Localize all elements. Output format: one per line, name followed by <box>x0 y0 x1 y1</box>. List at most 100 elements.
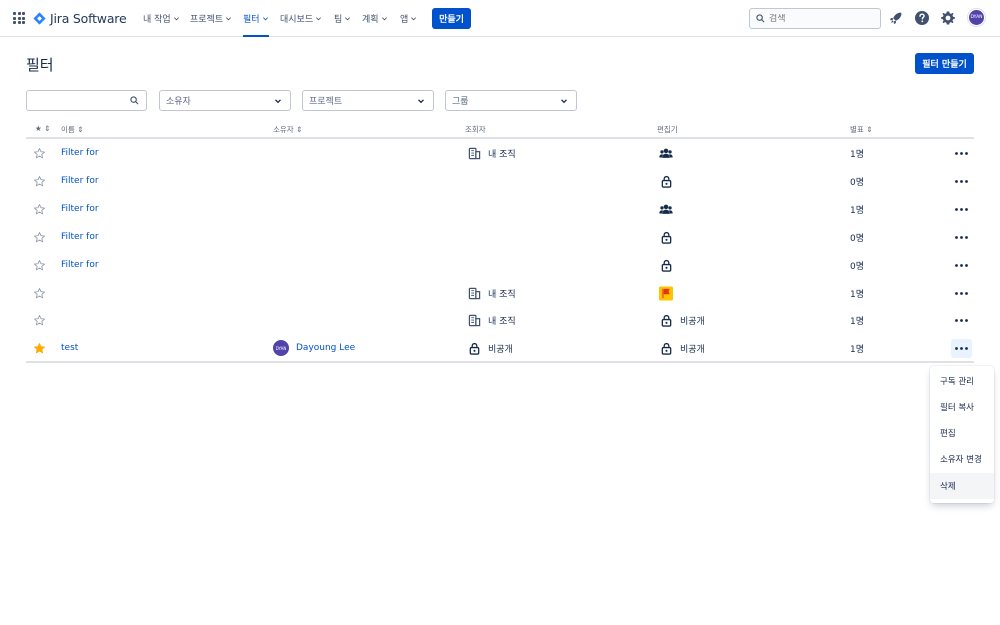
votes-cell: 0명 <box>850 177 865 188</box>
more-actions-button[interactable] <box>951 284 972 303</box>
more-actions-button[interactable] <box>951 228 972 247</box>
app-switcher-icon[interactable] <box>13 12 25 24</box>
owner-cell[interactable]: DYAN Dayoung Lee <box>273 334 355 362</box>
group-select[interactable]: 그룹 <box>445 90 577 111</box>
building-icon <box>467 146 481 160</box>
star-toggle[interactable] <box>32 251 46 279</box>
table-row: 내 조직 비공개 1명 <box>26 306 974 334</box>
more-horizontal-icon <box>955 208 968 211</box>
filter-name-link[interactable]: Filter for <box>61 260 99 270</box>
more-horizontal-icon <box>955 292 968 295</box>
owner-avatar: DYAN <box>273 340 289 356</box>
more-actions-button[interactable] <box>951 339 972 358</box>
editors-cell <box>659 139 680 167</box>
star-toggle[interactable] <box>32 334 46 362</box>
menu-item-edit[interactable]: 편집 <box>930 420 994 446</box>
star-toggle[interactable] <box>32 139 46 167</box>
viewer-label: 내 조직 <box>488 289 516 300</box>
votes-header-label: 별표 <box>850 125 864 134</box>
votes-cell: 1명 <box>850 344 865 355</box>
editors-cell: 비공개 <box>659 306 705 334</box>
nav-label: 프로젝트 <box>190 15 224 25</box>
more-horizontal-icon <box>955 152 968 155</box>
column-header-star[interactable]: ★ ⇕ <box>35 124 50 133</box>
search-icon <box>756 14 765 23</box>
filter-name-link[interactable]: test <box>61 343 78 353</box>
nav-dashboards[interactable]: 대시보드 <box>280 0 322 37</box>
editor-label: 비공개 <box>680 344 705 355</box>
viewers-cell: 내 조직 <box>467 139 516 167</box>
chevron-down-icon <box>418 99 424 104</box>
more-actions-button[interactable] <box>951 172 972 191</box>
column-header-name[interactable]: 이름 ⇕ <box>61 124 83 135</box>
nav-apps[interactable]: 앱 <box>400 0 417 37</box>
table-row: Filter for 내 조직 1명 <box>26 139 974 167</box>
more-actions-button[interactable] <box>951 311 972 330</box>
row-actions-menu: 구독 관리 필터 복사 편집 소유자 변경 삭제 <box>930 366 994 503</box>
star-outline-icon <box>33 231 45 242</box>
table-row: 내 조직 1명 <box>26 279 974 307</box>
jira-logo[interactable]: Jira Software <box>33 9 127 27</box>
nav-label: 대시보드 <box>280 15 314 25</box>
global-search[interactable] <box>749 8 881 29</box>
filter-name-link[interactable]: Filter for <box>61 176 99 186</box>
user-avatar[interactable]: DYAN <box>968 9 985 26</box>
more-horizontal-icon <box>955 264 968 267</box>
filter-name-link[interactable]: Filter for <box>61 148 99 158</box>
owner-name: Dayoung Lee <box>296 343 356 353</box>
search-icon <box>130 96 139 105</box>
more-actions-button[interactable] <box>951 144 972 163</box>
nav-plans[interactable]: 계획 <box>362 0 388 37</box>
nav-my-work[interactable]: 내 작업 <box>143 0 180 37</box>
filter-name-link[interactable]: Filter for <box>61 204 99 214</box>
viewers-cell: 내 조직 <box>467 279 516 307</box>
nav-filters[interactable]: 필터 <box>243 0 269 37</box>
menu-item-manage-subscriptions[interactable]: 구독 관리 <box>930 368 994 394</box>
lock-icon <box>659 174 673 188</box>
table-header: ★ ⇕ 이름 ⇕ 소유자 ⇕ 조회자 편집기 별표 ⇕ <box>26 121 974 139</box>
chevron-down-icon <box>262 17 268 21</box>
create-button[interactable]: 만들기 <box>432 8 471 29</box>
editors-cell <box>659 195 680 223</box>
project-select[interactable]: 프로젝트 <box>302 90 434 111</box>
nav-teams[interactable]: 팀 <box>334 0 351 37</box>
menu-item-change-owner[interactable]: 소유자 변경 <box>930 446 994 472</box>
flag-avatar-icon <box>659 286 673 300</box>
viewer-label: 내 조직 <box>488 316 516 327</box>
nav-projects[interactable]: 프로젝트 <box>190 0 232 37</box>
filter-search-field[interactable] <box>26 90 147 111</box>
group-select-placeholder: 그룹 <box>452 97 469 107</box>
rocket-icon[interactable] <box>888 10 904 26</box>
settings-gear-icon[interactable] <box>940 10 956 26</box>
app-name: Jira Software <box>50 10 127 26</box>
filter-search-input[interactable] <box>33 95 123 106</box>
column-header-votes[interactable]: 별표 ⇕ <box>850 124 872 135</box>
lock-icon <box>467 341 481 355</box>
menu-item-delete[interactable]: 삭제 <box>930 473 994 499</box>
editors-cell <box>659 279 680 307</box>
lock-icon <box>659 341 673 355</box>
menu-item-copy-filter[interactable]: 필터 복사 <box>930 394 994 420</box>
viewers-cell: 내 조직 <box>467 306 516 334</box>
create-filter-button[interactable]: 필터 만들기 <box>915 53 974 74</box>
viewer-label: 내 조직 <box>488 149 516 160</box>
chevron-down-icon <box>345 17 351 21</box>
owner-select[interactable]: 소유자 <box>159 90 291 111</box>
star-toggle[interactable] <box>32 195 46 223</box>
star-toggle[interactable] <box>32 306 46 334</box>
star-outline-icon <box>33 147 45 158</box>
chevron-down-icon <box>561 99 567 104</box>
star-toggle[interactable] <box>32 279 46 307</box>
column-header-viewers: 조회자 <box>465 125 486 134</box>
column-header-owner[interactable]: 소유자 ⇕ <box>273 124 302 135</box>
star-toggle[interactable] <box>32 223 46 251</box>
chevron-down-icon <box>275 99 281 104</box>
star-toggle[interactable] <box>32 167 46 195</box>
more-actions-button[interactable] <box>951 256 972 275</box>
filter-name-link[interactable]: Filter for <box>61 232 99 242</box>
help-icon[interactable] <box>914 10 930 26</box>
more-actions-button[interactable] <box>951 200 972 219</box>
table-row: Filter for 0명 <box>26 251 974 279</box>
search-input[interactable] <box>769 13 869 24</box>
more-horizontal-icon <box>955 180 968 183</box>
